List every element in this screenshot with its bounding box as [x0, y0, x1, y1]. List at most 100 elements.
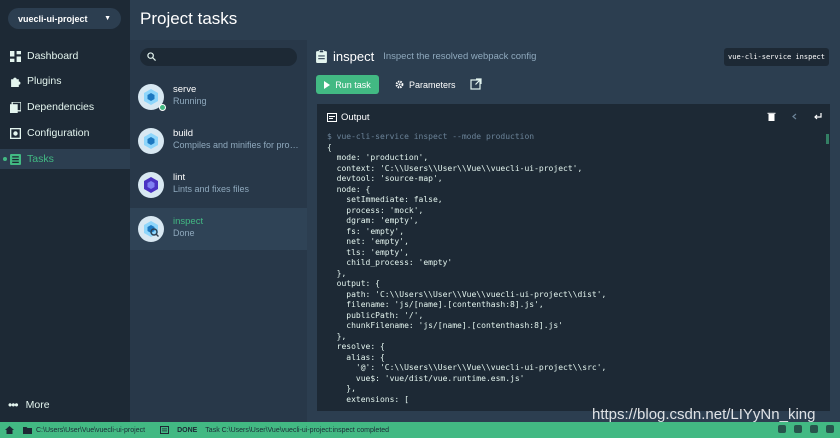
book-icon	[10, 101, 21, 113]
console-line: mode: 'production',	[327, 153, 429, 162]
more-label: More	[25, 399, 50, 411]
task-title: inspect	[333, 49, 375, 64]
terminal-icon	[327, 113, 337, 122]
home-icon[interactable]	[5, 426, 14, 434]
project-name: vuecli-ui-project	[18, 13, 88, 24]
clipboard-icon	[316, 50, 327, 63]
console-line: process: 'mock',	[327, 205, 424, 215]
dark-mode-icon[interactable]	[778, 425, 786, 433]
report-bug-icon[interactable]	[794, 425, 802, 433]
nav-label: Plugins	[27, 75, 62, 87]
nav-label: Dependencies	[27, 101, 95, 113]
status-path[interactable]: C:\Users\User\Vue\vuecli-ui-project	[36, 427, 145, 434]
task-name: serve	[173, 84, 197, 95]
output-label: Output	[341, 112, 370, 123]
more-dots-icon: •••	[8, 398, 19, 412]
console-line: fs: 'empty',	[327, 226, 405, 236]
command-chip: vue-cli-service inspect	[724, 48, 829, 66]
console-scrollbar[interactable]	[826, 134, 829, 144]
console-line: },	[327, 384, 356, 393]
parameters-button[interactable]: Parameters	[391, 75, 460, 94]
status-bar: C:\Users\User\Vue\vuecli-ui-project DONE…	[0, 422, 840, 438]
console-line: node: {	[327, 184, 371, 194]
console-line: vue$: 'vue/dist/vue.runtime.esm.js'	[327, 373, 525, 383]
nav-item-plugins[interactable]: Plugins	[0, 71, 130, 91]
gear-icon	[395, 80, 404, 89]
task-detail-header: inspect Inspect the resolved webpack con…	[316, 49, 536, 64]
inspect-icon	[138, 216, 164, 242]
task-desc: Compiles and minifies for production	[173, 140, 299, 150]
console-line: chunkFilename: 'js/[name].[contenthash:8…	[327, 321, 564, 330]
task-name: lint	[173, 172, 186, 183]
dashboard-icon	[10, 50, 21, 62]
run-task-button[interactable]: Run task	[316, 75, 379, 94]
nav-label: Tasks	[27, 153, 54, 165]
task-item-inspect[interactable]: inspect Done	[130, 208, 307, 250]
status-actions	[778, 425, 834, 433]
log-icon[interactable]	[160, 426, 170, 434]
project-selector[interactable]: vuecli-ui-project ▼	[8, 8, 121, 29]
search-input[interactable]	[140, 48, 297, 66]
eslint-icon	[138, 172, 164, 198]
output-toolbar	[767, 112, 822, 121]
parameters-label: Parameters	[409, 79, 456, 90]
console-line: filename: 'js/[name].[contenthash:8].js'…	[327, 300, 544, 309]
task-desc: Running	[173, 96, 207, 106]
tasks-icon	[10, 153, 21, 165]
console-line: output: {	[327, 279, 380, 288]
task-description: Inspect the resolved webpack config	[383, 51, 537, 62]
console-line: },	[327, 268, 347, 278]
console-line: {	[327, 142, 332, 152]
console-line: '@': 'C:\\Users\\User\\Vue\\vuecli-ui-pr…	[327, 363, 607, 372]
task-desc: Lints and fixes files	[173, 184, 250, 194]
nav-label: Dashboard	[27, 50, 79, 62]
puzzle-icon	[11, 77, 21, 87]
run-task-label: Run task	[335, 79, 371, 90]
console-line: setImmediate: false,	[327, 195, 443, 204]
console-line: context: 'C:\\Users\\User\\Vue\\vuecli-u…	[327, 163, 583, 173]
more-button[interactable]: ••• More	[8, 398, 50, 412]
left-nav: vuecli-ui-project ▼ Dashboard Plugins De…	[0, 0, 130, 422]
trash-icon[interactable]	[767, 112, 776, 121]
console-line: publicPath: '/',	[327, 310, 424, 320]
console-line: path: 'C:\\Users\\User\\Vue\\vuecli-ui-p…	[327, 289, 607, 299]
console-line: tls: 'empty',	[327, 247, 409, 257]
console-line: net: 'empty',	[327, 237, 409, 246]
search-icon	[147, 52, 156, 61]
task-name: inspect	[173, 216, 204, 227]
console-line: child_process: 'empty'	[327, 258, 453, 267]
status-message: Task C:\Users\User\Vue\vuecli-ui-project…	[205, 426, 390, 434]
output-header: Output	[327, 112, 370, 123]
console-line: $ vue-cli-service inspect --mode product…	[327, 132, 535, 141]
running-indicator	[159, 104, 166, 111]
chevron-down-icon: ▼	[104, 15, 111, 22]
active-indicator	[3, 157, 7, 161]
nav-item-tasks[interactable]: Tasks	[0, 149, 130, 169]
nav-item-dashboard[interactable]: Dashboard	[0, 46, 130, 66]
translate-icon[interactable]	[810, 425, 818, 433]
console-line: alias: {	[327, 352, 385, 362]
task-name: build	[173, 128, 194, 139]
output-panel: Output $ vue-cli-service inspect --mode …	[317, 104, 830, 411]
task-item-build[interactable]: build Compiles and minifies for producti…	[130, 120, 307, 162]
scroll-up-icon[interactable]	[790, 112, 799, 121]
status-state: DONE	[177, 426, 198, 434]
play-icon	[324, 80, 331, 89]
page-title: Project tasks	[140, 9, 238, 28]
console-line: devtool: 'source-map',	[327, 174, 443, 183]
nav-item-configuration[interactable]: Configuration	[0, 123, 130, 143]
refresh-icon[interactable]	[826, 425, 834, 433]
console-line: extensions: [	[327, 394, 409, 404]
task-desc: Done	[173, 228, 195, 238]
console-line: dgram: 'empty',	[327, 216, 419, 225]
task-item-serve[interactable]: serve Running	[130, 76, 307, 118]
console-output: $ vue-cli-service inspect --mode product…	[327, 132, 822, 407]
nav-item-dependencies[interactable]: Dependencies	[0, 97, 130, 117]
wrap-icon[interactable]	[813, 112, 822, 121]
open-external-icon[interactable]	[470, 78, 482, 90]
console-line: resolve: {	[327, 342, 385, 351]
nav-label: Configuration	[27, 127, 90, 139]
task-item-lint[interactable]: lint Lints and fixes files	[130, 164, 307, 206]
console-line: },	[327, 331, 347, 341]
settings-icon	[10, 127, 21, 139]
